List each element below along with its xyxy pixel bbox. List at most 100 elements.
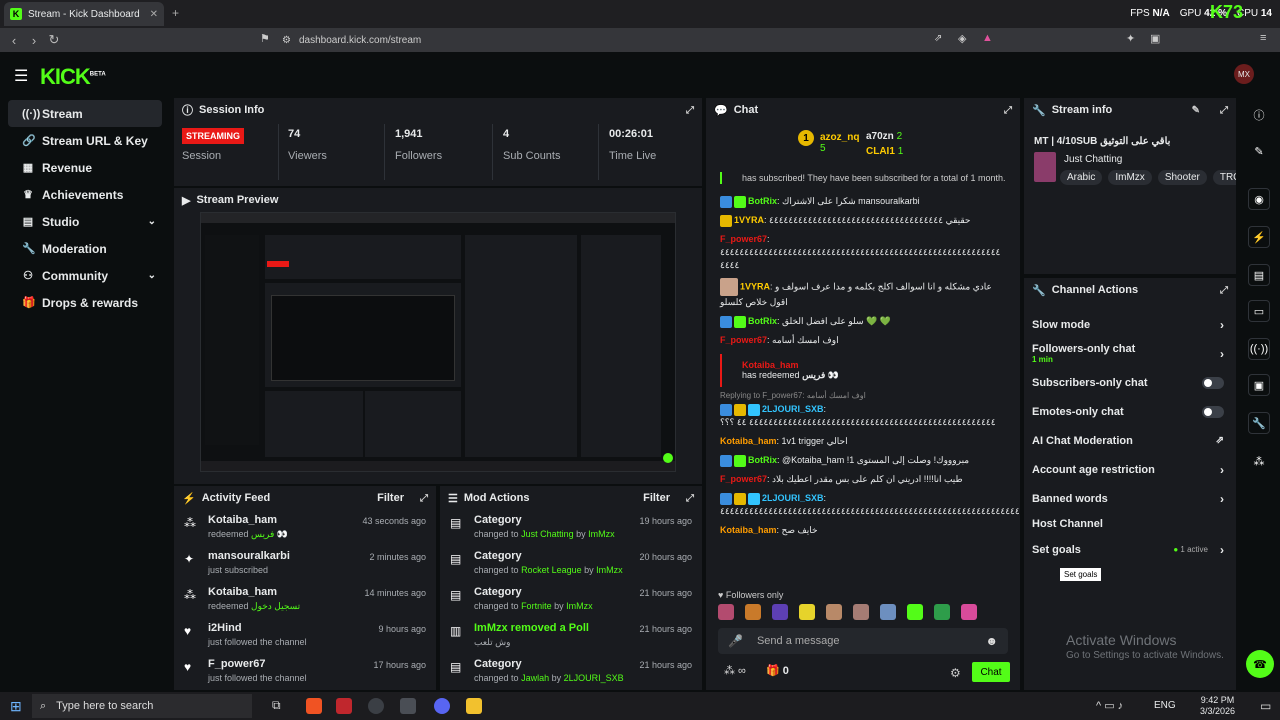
discord-icon[interactable]	[434, 698, 450, 714]
sidebar-item-community[interactable]: ⚇ Community ⌄	[8, 262, 162, 289]
chat-messages: has subscribed! They have been subscribe…	[706, 172, 1020, 620]
reload-icon[interactable]: ↻	[44, 32, 64, 48]
sidebar-item-achievements[interactable]: ♛ Achievements	[8, 181, 162, 208]
task-view-icon[interactable]: ⧉	[272, 698, 281, 713]
video-icon[interactable]: ▣	[1248, 374, 1270, 396]
sidebar-item-revenue[interactable]: ▦ Revenue	[8, 154, 162, 181]
avatar[interactable]: MX	[1234, 64, 1254, 84]
brave-shield-icon[interactable]: ◈	[958, 32, 966, 45]
sidebar-item-moderation[interactable]: 🔧 Moderation	[8, 235, 162, 262]
share-icon[interactable]: ⇗	[934, 33, 942, 44]
toggle-switch[interactable]	[1202, 376, 1224, 389]
action-subscribers-only[interactable]: Subscribers-only chat	[1024, 368, 1236, 397]
clock[interactable]: 9:42 PM 3/3/2026	[1200, 695, 1235, 717]
action-followers-only[interactable]: Followers-only chat 1 min ›	[1024, 339, 1236, 368]
emote[interactable]	[907, 604, 923, 620]
windows-start-icon[interactable]: ⊞	[10, 698, 22, 715]
taskbar-search-input[interactable]: ⌕ Type here to search	[32, 694, 252, 718]
emote[interactable]	[826, 604, 842, 620]
brave-icon[interactable]	[306, 698, 322, 714]
wallet-icon[interactable]: ▣	[1150, 32, 1160, 45]
tag[interactable]: TRO	[1212, 170, 1236, 185]
action-emotes-only[interactable]: Emotes-only chat	[1024, 397, 1236, 426]
emote[interactable]	[880, 604, 896, 620]
reward-icon[interactable]: ⁂	[1248, 450, 1270, 472]
app-icon[interactable]	[368, 698, 384, 714]
emote[interactable]	[772, 604, 788, 620]
camera-icon[interactable]: ◉	[1248, 188, 1270, 210]
back-icon[interactable]: ‹	[4, 33, 24, 48]
chat-message: 2LJOURI_SXB: ٤٤٤٤٤٤٤٤٤٤٤٤٤٤٤٤٤٤٤٤٤٤٤٤٤٤٤…	[720, 403, 996, 427]
tag[interactable]: Shooter	[1157, 170, 1207, 185]
emote[interactable]	[799, 604, 815, 620]
filter-button[interactable]: Filter	[377, 492, 404, 504]
sidebar-item-studio[interactable]: ▤ Studio ⌄	[8, 208, 162, 235]
edit-icon[interactable]: ✎	[1192, 105, 1200, 116]
action-host-channel[interactable]: Host Channel	[1024, 513, 1236, 535]
app-icon[interactable]	[336, 698, 352, 714]
tag[interactable]: ImMzx	[1108, 170, 1152, 185]
list-item: ▤ Category changed to Just Chatting by ImM…	[450, 514, 692, 539]
support-chat-icon[interactable]: ☎	[1246, 650, 1274, 678]
extensions-icon[interactable]: ✦	[1126, 32, 1135, 45]
tag[interactable]: Arabic	[1060, 170, 1103, 185]
emote[interactable]	[718, 604, 734, 620]
expand-icon[interactable]: ⤢	[686, 493, 694, 504]
broadcast-icon[interactable]: ((·))	[1248, 338, 1270, 360]
emote[interactable]	[853, 604, 869, 620]
emoji-icon[interactable]: ☻	[985, 634, 998, 648]
stream-preview-video[interactable]	[200, 212, 676, 472]
expand-icon[interactable]: ⤢	[1220, 285, 1228, 296]
gift-counter[interactable]: 🎁 0	[766, 664, 789, 677]
action-banned-words[interactable]: Banned words ›	[1024, 484, 1236, 513]
chat-message: 1VYRA: حقيقي ٤٤٤٤٤٤٤٤٤٤٤٤٤٤٤٤٤٤٤٤٤٤٤٤٤٤٤…	[720, 211, 1008, 230]
edit-icon[interactable]: ✎	[1248, 140, 1270, 162]
performance-overlay: FPS N/A GPU 42 % CPU 14	[1130, 8, 1272, 19]
bolt-icon[interactable]: ⚡	[1248, 226, 1270, 248]
wrench-icon: 🔧	[22, 243, 36, 255]
action-set-goals[interactable]: Set goals ● 1 active ›	[1024, 535, 1236, 564]
chat-message: BotRix: شكرا على الاشتراك mansouralkarbi	[720, 192, 1008, 211]
app-icon[interactable]	[466, 698, 482, 714]
action-ai-moderation[interactable]: AI Chat Moderation ⇗	[1024, 426, 1236, 455]
new-tab-icon[interactable]: +	[172, 6, 179, 20]
menu-icon[interactable]: ≡	[1260, 32, 1266, 44]
browser-tab[interactable]: K Stream - Kick Dashboard ✕	[4, 2, 164, 26]
emote[interactable]	[934, 604, 950, 620]
list-item: ⁂ Kotaiba_ham redeemed فريس 👀 43 seconds ag…	[184, 514, 426, 539]
settings-icon[interactable]: ⚙	[950, 666, 961, 680]
emote[interactable]	[961, 604, 977, 620]
hamburger-menu-icon[interactable]: ☰	[14, 66, 28, 86]
tray-icons[interactable]: ^ ▭ ♪	[1096, 699, 1123, 712]
sidebar-item-drops[interactable]: 🎁 Drops & rewards	[8, 289, 162, 316]
url-field[interactable]: ⚙ dashboard.kick.com/stream	[282, 32, 1002, 48]
language-indicator[interactable]: ENG	[1154, 700, 1176, 711]
channel-actions-panel: 🔧 Channel Actions ⤢ Slow mode › Followers-o…	[1024, 278, 1236, 690]
action-slow-mode[interactable]: Slow mode ›	[1024, 310, 1236, 339]
expand-icon[interactable]: ⤢	[1220, 105, 1228, 116]
infinity-icon[interactable]: ⁂ ∞	[724, 664, 746, 677]
forward-icon[interactable]: ›	[24, 33, 44, 48]
microphone-icon[interactable]: 🎤	[728, 634, 743, 648]
notification-icon[interactable]: ▭	[1260, 699, 1271, 713]
wrench-icon[interactable]: 🔧	[1248, 412, 1270, 434]
expand-icon[interactable]: ⤢	[1004, 105, 1012, 116]
expand-icon[interactable]: ⤢	[686, 105, 694, 116]
chat-icon[interactable]: ▭	[1248, 300, 1270, 322]
emote[interactable]	[745, 604, 761, 620]
app-icon[interactable]	[400, 698, 416, 714]
kick-logo[interactable]: KICKBETA	[40, 64, 106, 90]
send-chat-button[interactable]: Chat	[972, 662, 1010, 682]
info-icon[interactable]: ⓘ	[1248, 104, 1270, 126]
brave-rewards-icon[interactable]: ▲	[982, 32, 993, 44]
close-tab-icon[interactable]: ✕	[150, 9, 158, 20]
document-icon[interactable]: ▤	[1248, 264, 1270, 286]
sidebar-item-stream[interactable]: ((·)) Stream	[8, 100, 162, 127]
sidebar-item-stream-url[interactable]: 🔗 Stream URL & Key	[8, 127, 162, 154]
action-account-age[interactable]: Account age restriction ›	[1024, 455, 1236, 484]
toggle-switch[interactable]	[1202, 405, 1224, 418]
filter-button[interactable]: Filter	[643, 492, 670, 504]
expand-icon[interactable]: ⤢	[420, 493, 428, 504]
chat-input[interactable]: 🎤 Send a message ☻	[718, 628, 1008, 654]
bookmark-icon[interactable]: ⚑	[260, 32, 270, 45]
